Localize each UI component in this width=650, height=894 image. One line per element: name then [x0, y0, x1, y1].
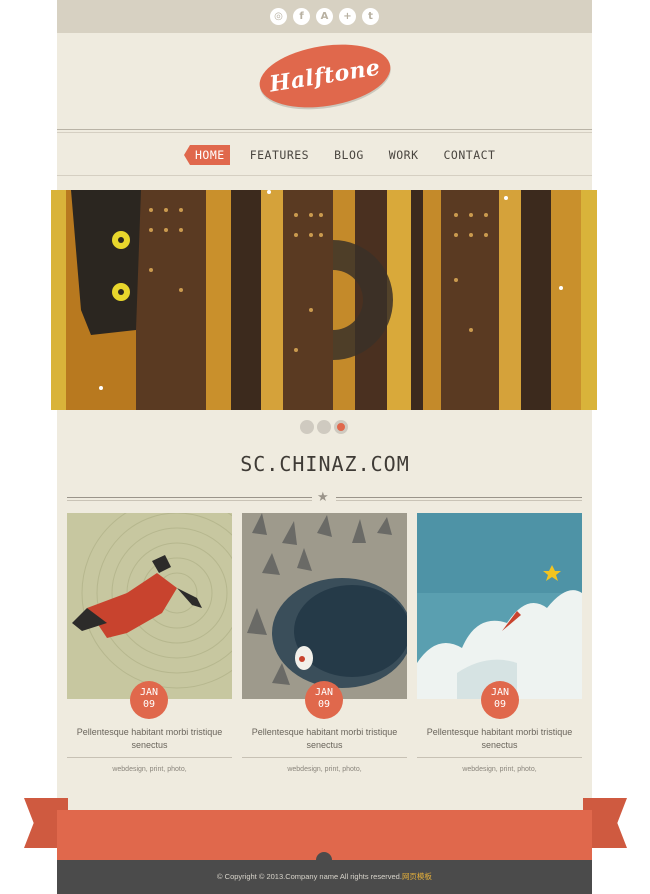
post-tags[interactable]: webdesign, print, photo, — [417, 766, 582, 773]
post-image[interactable] — [417, 513, 582, 699]
date-badge: JAN 09 — [305, 681, 343, 719]
post-card[interactable] — [242, 513, 407, 699]
copyright-text: © Copyright © 2013.Company name All righ… — [217, 872, 402, 881]
divider — [67, 497, 312, 501]
nav-item-work[interactable]: WORK — [384, 145, 424, 165]
post-title[interactable]: Pellentesque habitant morbi tristique se… — [242, 726, 407, 752]
post-title[interactable]: Pellentesque habitant morbi tristique se… — [417, 726, 582, 752]
footer: © Copyright © 2013.Company name All righ… — [57, 860, 592, 894]
divider — [242, 757, 407, 758]
slider-dot-active[interactable] — [334, 420, 348, 434]
post-title[interactable]: Pellentesque habitant morbi tristique se… — [67, 726, 232, 752]
date-day: 09 — [317, 699, 331, 710]
hero-banner-image — [51, 190, 597, 410]
post-card[interactable] — [67, 513, 232, 699]
date-badge: JAN 09 — [130, 681, 168, 719]
facebook-icon[interactable]: f — [293, 8, 310, 25]
site-logo[interactable]: Halftone — [255, 36, 395, 116]
date-month: JAN — [314, 687, 334, 698]
main-nav: HOME FEATURES BLOG WORK CONTACT — [184, 145, 501, 165]
nav-item-blog[interactable]: BLOG — [329, 145, 369, 165]
post-tags[interactable]: webdesign, print, photo, — [242, 766, 407, 773]
divider — [336, 497, 582, 501]
post-card[interactable] — [417, 513, 582, 699]
date-day: 09 — [493, 699, 507, 710]
slider-dot[interactable] — [300, 420, 314, 434]
footer-link[interactable]: 网页模板 — [402, 872, 432, 881]
appstore-icon[interactable]: A — [316, 8, 333, 25]
date-day: 09 — [142, 699, 156, 710]
nav-item-contact[interactable]: CONTACT — [439, 145, 501, 165]
post-tags[interactable]: webdesign, print, photo, — [67, 766, 232, 773]
date-badge: JAN 09 — [481, 681, 519, 719]
page-container: ◎ f A + t Halftone — [57, 0, 592, 894]
instagram-icon[interactable]: ◎ — [270, 8, 287, 25]
divider — [417, 757, 582, 758]
post-image[interactable] — [242, 513, 407, 699]
star-icon: ★ — [317, 489, 329, 504]
logo-text: Halftone — [267, 54, 383, 98]
divider — [67, 757, 232, 758]
nav-item-features[interactable]: FEATURES — [245, 145, 314, 165]
googleplus-icon[interactable]: + — [339, 8, 356, 25]
date-month: JAN — [139, 687, 159, 698]
social-bar: ◎ f A + t — [57, 0, 592, 33]
date-month: JAN — [490, 687, 510, 698]
section-heading: SC.CHINAZ.COM — [240, 452, 410, 476]
slider-dot[interactable] — [317, 420, 331, 434]
post-image[interactable] — [67, 513, 232, 699]
logo-area: Halftone — [57, 33, 592, 131]
twitter-icon[interactable]: t — [362, 8, 379, 25]
slider-dots — [300, 420, 348, 434]
nav-item-home[interactable]: HOME — [184, 145, 230, 165]
